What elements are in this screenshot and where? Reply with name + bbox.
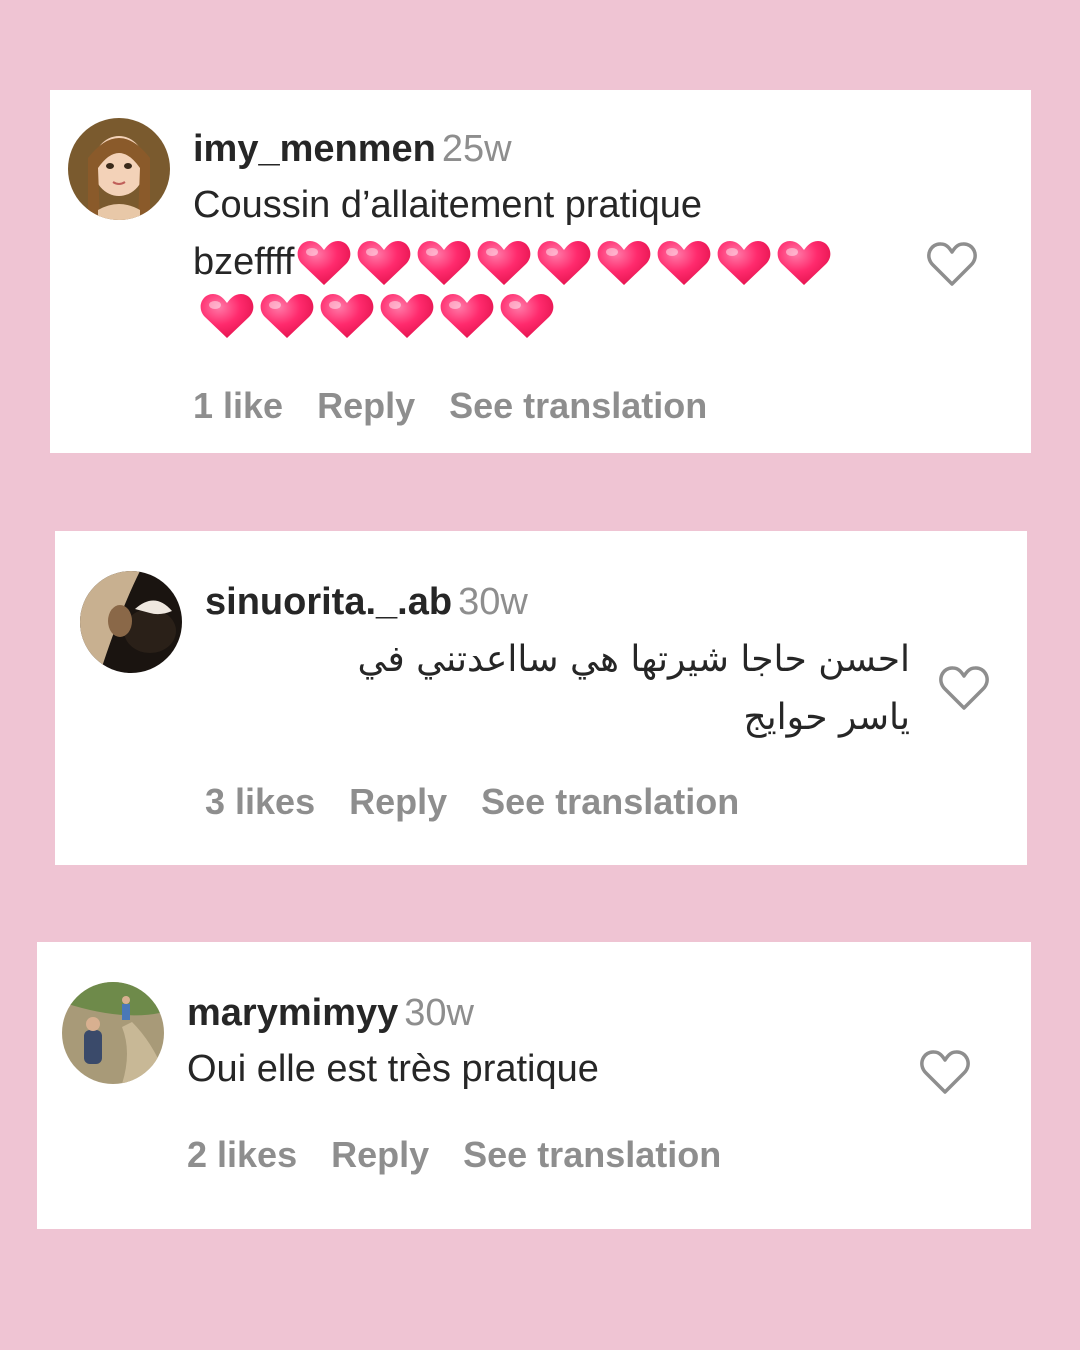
red-heart-emoji <box>774 238 834 288</box>
comment-card: marymimyy 30w Oui elle est très pratique … <box>37 942 1031 1229</box>
red-heart-emoji <box>594 238 654 288</box>
red-heart-emoji <box>414 238 474 288</box>
timestamp[interactable]: 25w <box>442 128 512 170</box>
red-heart-emoji <box>377 291 437 341</box>
comment-actions: 1 like Reply See translation <box>193 385 741 427</box>
red-heart-emoji <box>714 238 774 288</box>
username[interactable]: sinuorita._.ab <box>205 581 452 623</box>
red-heart-emoji <box>437 291 497 341</box>
red-heart-emoji <box>354 238 414 288</box>
comment-text-line: Oui elle est très pratique <box>187 1048 599 1090</box>
comment-text: Coussin d’allaitement pratique bzeffff <box>193 177 834 341</box>
like-count[interactable]: 3 likes <box>205 781 315 822</box>
red-heart-emoji <box>534 238 594 288</box>
username[interactable]: marymimyy <box>187 992 398 1034</box>
timestamp[interactable]: 30w <box>404 992 474 1034</box>
comment-card: sinuorita._.ab 30w احسن حاجا شيرتها هي سا… <box>55 531 1027 865</box>
see-translation-button[interactable]: See translation <box>463 1134 721 1175</box>
like-heart-icon[interactable] <box>926 240 978 288</box>
comment-text-line: احسن حاجا شيرتها هي سااعدتني في <box>357 639 910 680</box>
comment-card: imy_menmen 25w Coussin d’allaitement prat… <box>50 90 1031 453</box>
avatar[interactable] <box>80 571 182 673</box>
reply-button[interactable]: Reply <box>349 781 447 822</box>
red-heart-emoji <box>497 291 557 341</box>
timestamp[interactable]: 30w <box>458 581 528 623</box>
see-translation-button[interactable]: See translation <box>481 781 739 822</box>
like-count[interactable]: 2 likes <box>187 1134 297 1175</box>
red-heart-emoji <box>294 238 354 288</box>
comment-header: imy_menmen 25w <box>193 130 512 168</box>
like-count[interactable]: 1 like <box>193 385 283 426</box>
username[interactable]: imy_menmen <box>193 128 436 170</box>
comment-header: sinuorita._.ab 30w <box>205 583 528 621</box>
comment-header: marymimyy 30w <box>187 994 474 1032</box>
emoji-group <box>193 291 834 341</box>
comment-text: احسن حاجا شيرتها هي سااعدتني في ياسر حوا… <box>190 631 910 747</box>
reply-button[interactable]: Reply <box>331 1134 429 1175</box>
avatar[interactable] <box>62 982 164 1084</box>
red-heart-emoji <box>197 291 257 341</box>
see-translation-button[interactable]: See translation <box>449 385 707 426</box>
comment-actions: 3 likes Reply See translation <box>205 781 773 823</box>
comment-text-line: ياسر حوايج <box>743 697 910 738</box>
red-heart-emoji <box>317 291 377 341</box>
red-heart-emoji <box>654 238 714 288</box>
like-heart-icon[interactable] <box>938 664 990 712</box>
emoji-group <box>294 238 834 288</box>
comment-text: Oui elle est très pratique <box>187 1041 599 1098</box>
comment-actions: 2 likes Reply See translation <box>187 1134 755 1176</box>
reply-button[interactable]: Reply <box>317 385 415 426</box>
avatar[interactable] <box>68 118 170 220</box>
comment-text-line: Coussin d’allaitement pratique <box>193 184 703 226</box>
comment-text-line: bzeffff <box>193 234 834 291</box>
like-heart-icon[interactable] <box>919 1048 971 1096</box>
red-heart-emoji <box>474 238 534 288</box>
red-heart-emoji <box>257 291 317 341</box>
comment-text-word: bzeffff <box>193 241 295 283</box>
